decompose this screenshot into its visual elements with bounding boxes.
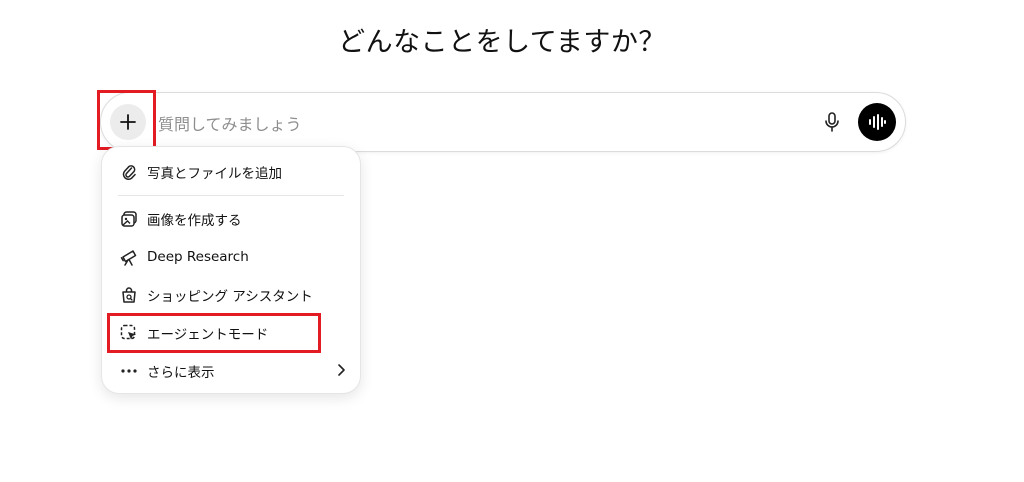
- image-create-icon: [120, 210, 138, 228]
- menu-item-label: Deep Research: [147, 249, 249, 265]
- menu-item-label: さらに表示: [147, 365, 215, 381]
- menu-item-add-photos-files[interactable]: 写真とファイルを追加: [120, 158, 348, 186]
- attachment-menu: 写真とファイルを追加 画像を作成する Deep Research ショッピング …: [101, 146, 361, 394]
- dictation-button[interactable]: [820, 110, 844, 134]
- ellipsis-icon: [120, 362, 138, 380]
- menu-item-create-image[interactable]: 画像を作成する: [120, 205, 348, 233]
- shopping-bag-icon: [120, 286, 138, 304]
- prompt-input[interactable]: 質問してみましょう: [158, 111, 302, 135]
- voice-mode-button[interactable]: [858, 103, 896, 141]
- menu-item-shopping-assistant[interactable]: ショッピング アシスタント: [120, 281, 348, 309]
- menu-item-label: ショッピング アシスタント: [147, 289, 313, 305]
- menu-divider: [118, 195, 344, 196]
- microphone-icon: [825, 112, 839, 132]
- paperclip-icon: [120, 163, 138, 181]
- menu-item-label: 画像を作成する: [147, 213, 242, 229]
- menu-item-show-more[interactable]: さらに表示: [120, 357, 348, 385]
- telescope-icon: [120, 248, 138, 266]
- plus-button-highlight: [97, 90, 156, 150]
- page-heading: どんなことをしてますか？: [338, 27, 666, 58]
- menu-item-label: 写真とファイルを追加: [147, 166, 282, 182]
- agent-mode-highlight: [107, 313, 321, 353]
- chevron-right-icon: [338, 364, 345, 376]
- menu-item-deep-research[interactable]: Deep Research: [120, 243, 348, 271]
- voice-waveform-icon: [869, 114, 886, 130]
